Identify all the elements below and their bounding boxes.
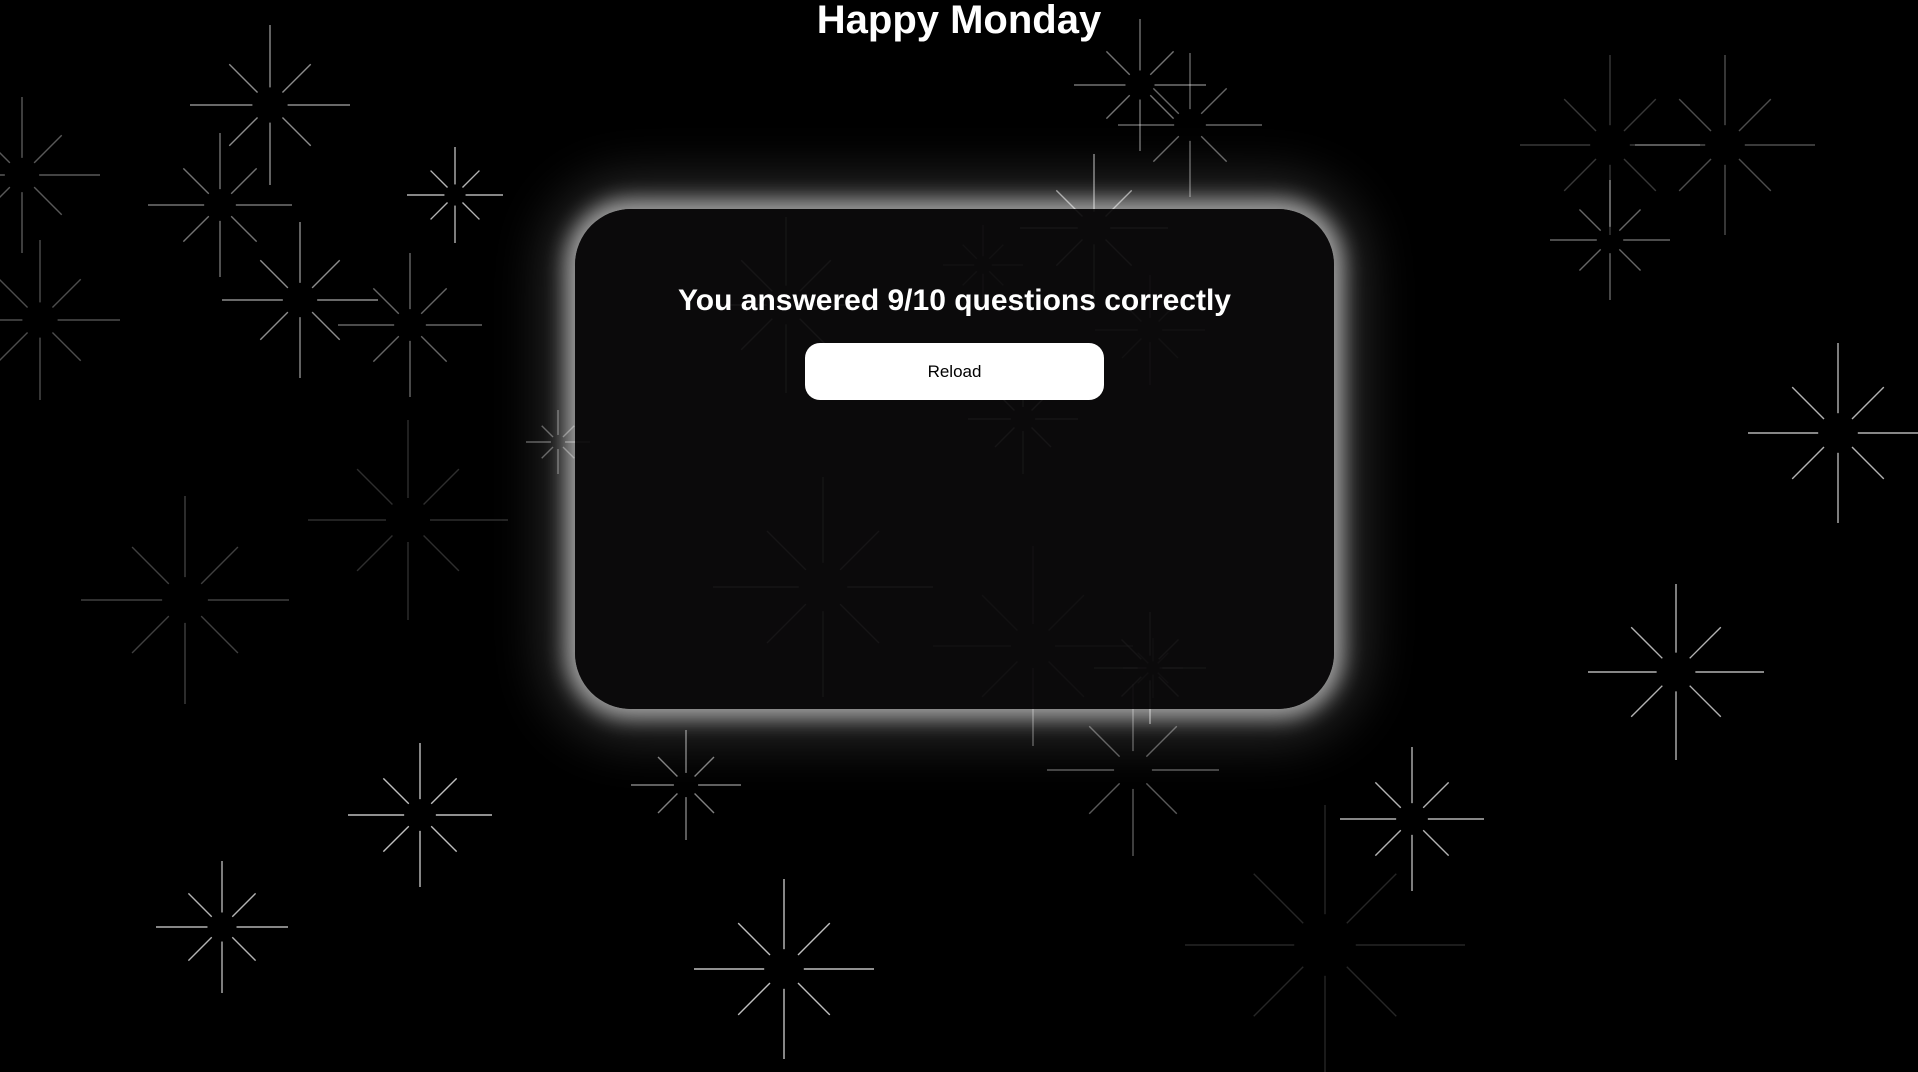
sparkle-icon	[1340, 747, 1484, 891]
sparkle-icon	[631, 730, 741, 840]
sparkle-icon	[0, 240, 120, 400]
page-title: Happy Monday	[816, 0, 1102, 42]
sparkle-icon	[1118, 53, 1262, 197]
result-card: You answered 9/10 questions correctly Re…	[575, 209, 1334, 709]
sparkle-icon	[1520, 55, 1700, 235]
sparkle-icon	[1635, 55, 1815, 235]
sparkle-icon	[694, 879, 874, 1059]
sparkle-icon	[1748, 343, 1918, 523]
sparkle-icon	[156, 861, 288, 993]
score-message: You answered 9/10 questions correctly	[678, 284, 1231, 317]
sparkle-icon	[1588, 584, 1764, 760]
sparkle-icon	[338, 253, 482, 397]
sparkle-icon	[308, 420, 508, 620]
sparkle-icon	[1047, 684, 1219, 856]
sparkle-icon	[222, 222, 378, 378]
reload-button[interactable]: Reload	[805, 343, 1104, 400]
sparkle-icon	[348, 743, 492, 887]
sparkle-icon	[407, 147, 503, 243]
sparkle-icon	[148, 133, 292, 277]
sparkle-icon	[81, 496, 289, 704]
sparkle-icon	[0, 97, 100, 253]
sparkle-icon	[1550, 180, 1670, 300]
sparkle-icon	[1185, 805, 1465, 1072]
sparkle-icon	[190, 25, 350, 185]
